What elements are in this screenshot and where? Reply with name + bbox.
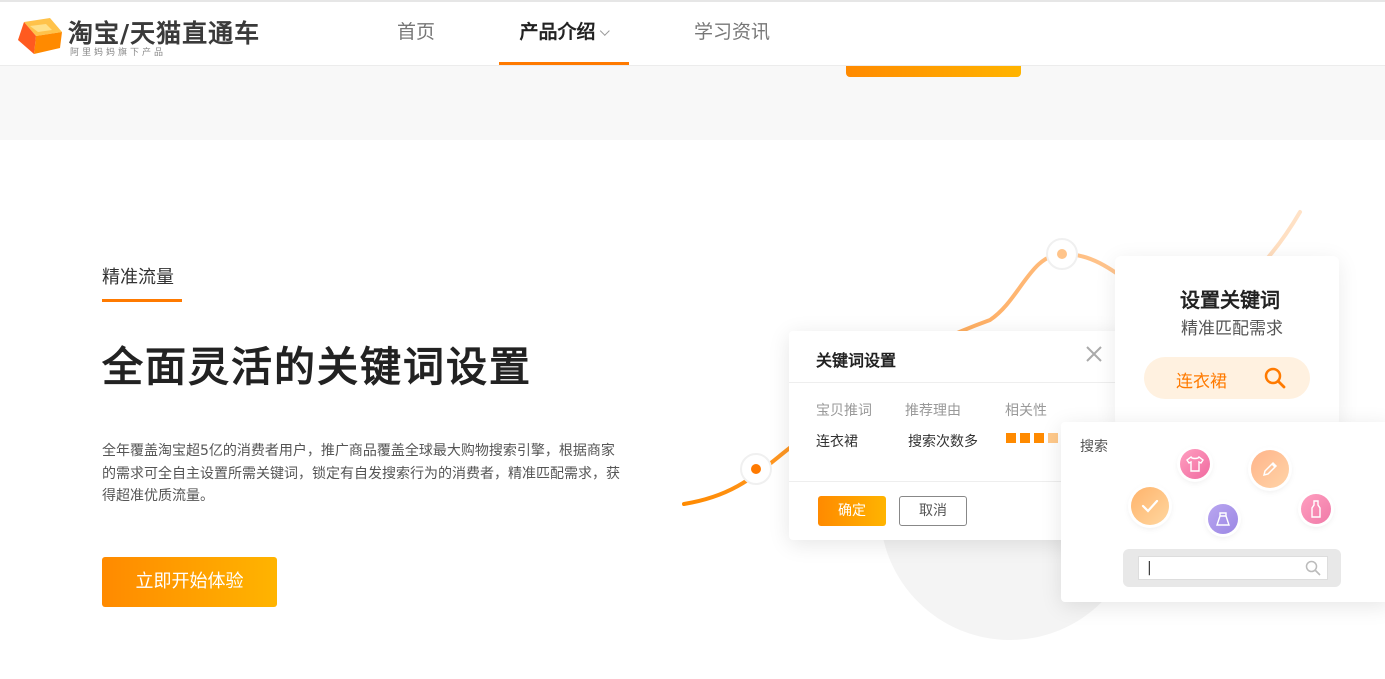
curve-dot-top [1046, 238, 1078, 270]
search-label: 搜索 [1080, 439, 1108, 455]
close-icon[interactable] [1085, 345, 1103, 363]
card-title: 设置关键词 [1180, 288, 1280, 312]
card-subtitle: 精准匹配需求 [1181, 319, 1283, 339]
relevance-meter [1006, 433, 1058, 443]
logo-subtitle: 阿里妈妈旗下产品 [70, 48, 167, 58]
main-nav: 首页 产品介绍 学习资讯 [370, 2, 797, 66]
confirm-button[interactable]: 确定 [818, 496, 886, 526]
search-card: 搜索 | [1061, 422, 1385, 602]
check-icon [1131, 487, 1169, 525]
search-icon[interactable] [1305, 560, 1321, 576]
search-box: | [1123, 549, 1341, 587]
pencil-icon [1251, 450, 1289, 488]
divider [789, 382, 1129, 383]
nav-home[interactable]: 首页 [370, 2, 462, 66]
nav-learn[interactable]: 学习资讯 [667, 2, 797, 66]
bottle-icon [1301, 494, 1331, 524]
curve-dot-left [740, 453, 772, 485]
keyword-search-pill[interactable]: 连衣裙 [1144, 357, 1310, 399]
cancel-button[interactable]: 取消 [899, 496, 967, 526]
logo-cube-icon [18, 18, 62, 54]
relevance-bar [1020, 433, 1030, 443]
column-header-relevance: 相关性 [1005, 403, 1047, 419]
dialog-title: 关键词设置 [816, 351, 897, 370]
chevron-down-icon [599, 26, 610, 36]
skirt-icon [1208, 504, 1238, 534]
search-input[interactable]: | [1138, 556, 1328, 580]
page: 淘宝/天猫直通车 阿里妈妈旗下产品 首页 产品介绍 学习资讯 精准流量 全面灵活… [0, 0, 1385, 679]
column-header-reason: 推荐理由 [905, 403, 961, 419]
site-header: 淘宝/天猫直通车 阿里妈妈旗下产品 首页 产品介绍 学习资讯 [0, 2, 1385, 66]
logo[interactable]: 淘宝/天猫直通车 阿里妈妈旗下产品 [16, 14, 261, 58]
cell-reason: 搜索次数多 [908, 434, 978, 450]
set-keyword-card: 设置关键词 精准匹配需求 连衣裙 [1115, 256, 1339, 426]
keyword-pill-text: 连衣裙 [1176, 372, 1227, 392]
column-header-word: 宝贝推词 [816, 403, 872, 419]
nav-product-label: 产品介绍 [519, 21, 596, 43]
relevance-bar [1034, 433, 1044, 443]
cell-word: 连衣裙 [816, 434, 858, 450]
shirt-icon [1180, 449, 1210, 479]
nav-product[interactable]: 产品介绍 [499, 2, 629, 66]
search-icon [1264, 367, 1286, 389]
relevance-bar [1048, 433, 1058, 443]
relevance-bar [1006, 433, 1016, 443]
